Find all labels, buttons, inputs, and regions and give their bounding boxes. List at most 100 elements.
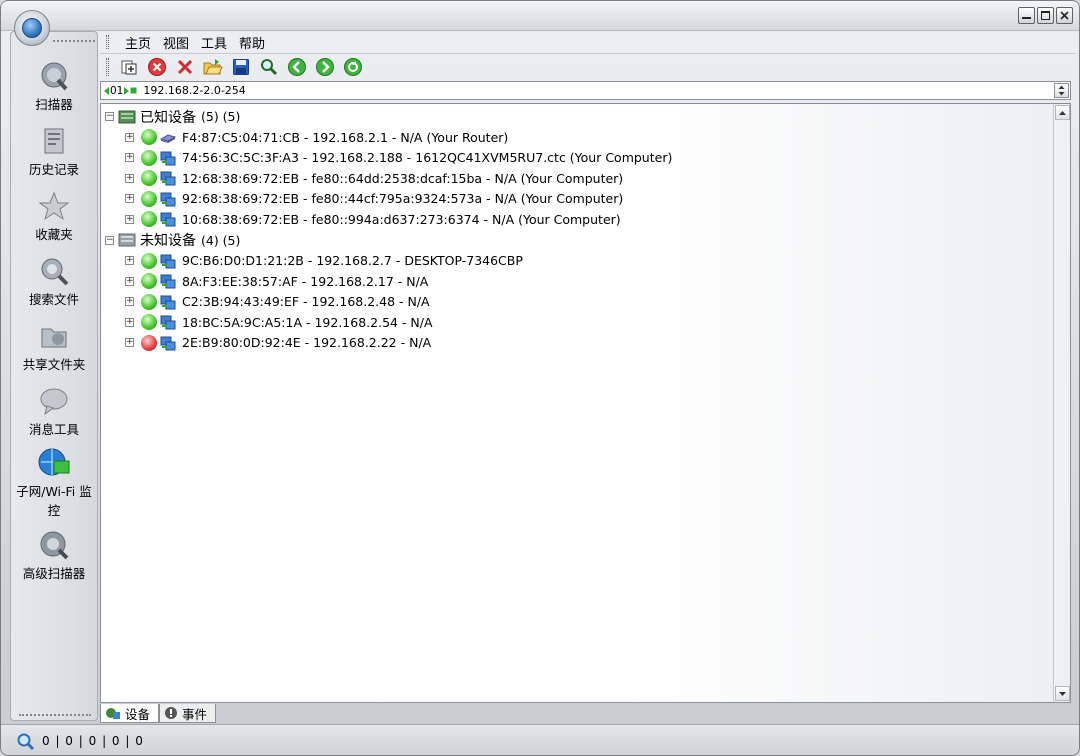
collapse-icon[interactable]: − [105,235,114,245]
address-nav-index: 01 [110,84,124,97]
scroll-up-button[interactable] [1055,105,1070,120]
sidebar-grip [53,40,95,42]
refresh-button[interactable] [339,56,367,78]
maximize-icon [1041,11,1050,20]
sidebar-item-7[interactable]: 高级扫描器 [11,529,97,582]
status-offline-icon [141,334,157,351]
sidebar-item-1[interactable]: 历史记录 [11,125,97,178]
collapse-icon[interactable]: − [105,112,114,121]
device-row[interactable]: +10:68:38:69:72:EB - fe80::994a:d637:273… [105,209,672,230]
expand-icon[interactable]: + [125,214,134,224]
sidebar-item-6[interactable]: 子网/Wi-Fi 监控 [11,447,97,519]
vertical-scrollbar[interactable] [1053,104,1070,702]
menu-home[interactable]: 主页 [119,33,157,52]
group-icon [118,232,136,248]
menu-tools[interactable]: 工具 [195,33,233,52]
device-row[interactable]: +92:68:38:69:72:EB - fe80::44cf:795a:932… [105,189,672,210]
forward-button[interactable] [311,56,339,78]
sidebar-item-2[interactable]: 收藏夹 [11,190,97,243]
status-online-icon [141,190,157,207]
sidebar-item-label: 扫描器 [35,97,73,112]
address-spinner[interactable] [1054,83,1069,98]
minimize-button[interactable] [1018,7,1035,24]
sidebar-item-label: 收藏夹 [35,227,73,242]
advanced-scanner-icon [37,529,71,561]
tree-group[interactable]: − 已知设备 (5) (5) [105,106,672,127]
device-row[interactable]: +18:BC:5A:9C:A5:1A - 192.168.2.54 - N/A [105,312,672,333]
group-count: (5) (5) [201,109,241,124]
expand-icon[interactable]: + [125,256,134,266]
expand-icon[interactable]: + [125,338,134,348]
device-row[interactable]: +74:56:3C:5C:3F:A3 - 192.168.2.188 - 161… [105,148,672,169]
device-label: 18:BC:5A:9C:A5:1A - 192.168.2.54 - N/A [182,314,433,330]
sidebar-grip-bottom [19,714,91,716]
tree-group[interactable]: − 未知设备 (4) (5) [105,230,672,251]
message-icon [37,385,71,417]
stop-button[interactable] [143,56,171,78]
sidebar-item-label: 历史记录 [28,162,79,177]
device-row[interactable]: +8A:F3:EE:38:57:AF - 192.168.2.17 - N/A [105,271,672,292]
device-label: C2:3B:94:43:49:EF - 192.168.2.48 - N/A [182,294,430,310]
scanner-icon [37,60,71,92]
favorites-icon [37,190,71,222]
open-folder-button[interactable] [199,56,227,78]
device-row[interactable]: + F4:87:C5:04:71:CB - 192.168.2.1 - N/A (… [105,127,672,148]
sidebar-item-label: 搜索文件 [28,292,79,307]
status-online-icon [141,170,157,187]
device-row[interactable]: +12:68:38:69:72:EB - fe80::64dd:2538:dca… [105,168,672,189]
expand-icon[interactable]: + [125,132,134,142]
status-online-icon [141,211,157,228]
sidebar-item-3[interactable]: 搜索文件 [11,255,97,308]
app-logo[interactable] [14,10,50,46]
tab-1[interactable]: 事件 [159,704,217,723]
device-tree: − 已知设备 (5) (5) + F4:87:C5:04:71:CB - 192.168… [105,106,672,353]
address-bar[interactable]: 01 192.168.2-2.0-254 [100,81,1071,100]
sidebar-item-5[interactable]: 消息工具 [11,385,97,438]
save-button[interactable] [227,56,255,78]
tab-0[interactable]: 设备 [100,704,160,723]
shared-folder-icon [37,320,71,352]
expand-icon[interactable]: + [125,276,134,286]
device-row[interactable]: +2E:B9:80:0D:92:4E - 192.168.2.22 - N/A [105,333,672,354]
find-icon [261,58,278,75]
events-icon [164,706,178,720]
close-icon [1060,11,1069,20]
toolbar [100,53,1076,79]
sidebar-item-label: 共享文件夹 [22,357,86,372]
save-icon [233,58,249,75]
prev-arrow-icon [104,86,109,95]
device-row[interactable]: +9C:B6:D0:D1:21:2B - 192.168.2.7 - DESKT… [105,251,672,272]
history-icon [37,125,71,157]
scroll-down-icon [1059,691,1066,696]
maximize-button[interactable] [1037,7,1054,24]
expand-icon[interactable]: + [125,317,134,327]
title-bar [1,1,1079,31]
back-button[interactable] [283,56,311,78]
group-icon [118,109,136,125]
find-button[interactable] [255,56,283,78]
refresh-icon [344,57,362,76]
router-icon [159,129,177,145]
device-label: 10:68:38:69:72:EB - fe80::994a:d637:273:… [182,211,621,227]
sidebar-item-0[interactable]: 扫描器 [11,60,97,113]
close-button[interactable] [1056,7,1073,24]
add-button[interactable] [115,56,143,78]
window-controls [1018,7,1073,24]
expand-icon[interactable]: + [125,194,134,204]
menu-bar: 主页 视图 工具 帮助 [100,31,1076,53]
delete-button[interactable] [171,56,199,78]
address-value[interactable]: 192.168.2-2.0-254 [143,84,245,97]
address-nav[interactable]: 01 [104,85,137,97]
expand-icon[interactable]: + [125,173,134,183]
computer-icon [160,335,176,351]
expand-icon[interactable]: + [125,153,134,163]
scroll-down-button[interactable] [1055,686,1070,701]
expand-icon[interactable]: + [125,297,134,307]
sidebar-item-4[interactable]: 共享文件夹 [11,320,97,373]
menu-help[interactable]: 帮助 [233,33,271,52]
address-square-icon [130,87,137,94]
minimize-icon [1022,17,1031,19]
device-label: 2E:B9:80:0D:92:4E - 192.168.2.22 - N/A [182,335,432,351]
device-row[interactable]: + C2:3B:94:43:49:EF - 192.168.2.48 - N/A [105,292,672,313]
menu-view[interactable]: 视图 [157,33,195,52]
